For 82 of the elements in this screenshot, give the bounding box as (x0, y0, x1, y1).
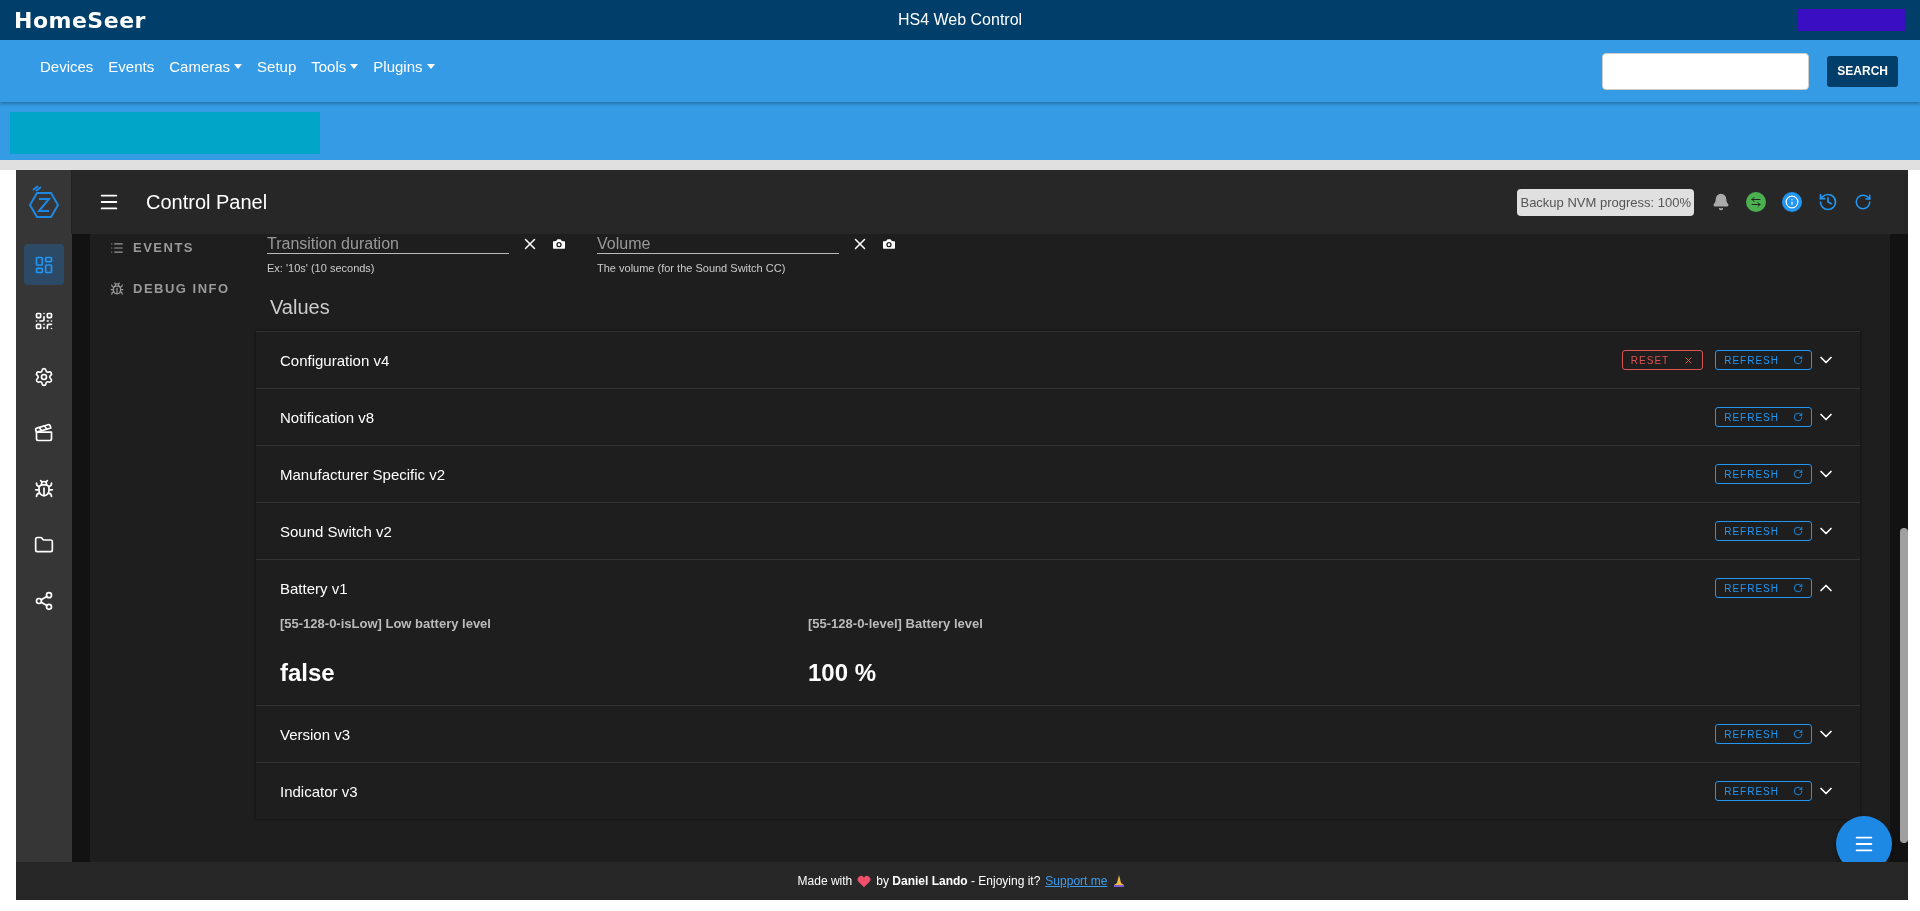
reset-button[interactable]: RESET (1621, 350, 1704, 370)
heart-icon (857, 874, 872, 888)
settings-icon (34, 366, 54, 387)
refresh-button[interactable]: REFRESH (1715, 724, 1812, 744)
panel-header[interactable]: Battery v1 REFRESH (256, 559, 1860, 616)
folder-icon (34, 534, 54, 555)
section-heading: Values (270, 296, 331, 319)
refresh-icon (1793, 729, 1803, 739)
caret-icon (350, 64, 359, 69)
panel-title: Version v3 (280, 725, 351, 743)
value-label: [55-128-0-isLow] Low battery level (280, 616, 492, 631)
panel-header[interactable]: Manufacturer Specific v2 REFRESH (256, 445, 1860, 502)
window-title: HS4 Web Control (897, 11, 1023, 29)
info-icon (1785, 195, 1799, 209)
bug-icon (34, 478, 54, 499)
side-menu-item[interactable]: DEBUG INFO (110, 281, 256, 296)
panel-title: Battery v1 (280, 579, 348, 597)
search-field[interactable] (1602, 52, 1810, 90)
footer-text: Made with (797, 874, 853, 888)
clapperboard-icon (34, 422, 54, 443)
refresh-icon (1793, 412, 1803, 422)
bug-icon (110, 281, 124, 296)
refresh-icon (1793, 583, 1803, 593)
history-icon[interactable] (1818, 192, 1838, 212)
panel-header[interactable]: Version v3 REFRESH (256, 705, 1860, 762)
field-hint: The volume (for the Sound Switch CC) (597, 262, 787, 274)
panel-header[interactable]: Notification v8 REFRESH (256, 388, 1860, 445)
sync-button[interactable] (1746, 192, 1766, 212)
status-badge: Backup NVM progress: 100% (1517, 188, 1694, 216)
dashboard-icon (34, 254, 54, 275)
page-title: Control Panel (146, 190, 268, 214)
value-text: false (280, 659, 336, 687)
panel-title: Notification v8 (280, 408, 375, 426)
camera-icon[interactable] (551, 236, 567, 252)
panel-title: Sound Switch v2 (280, 522, 392, 540)
refresh-button[interactable]: REFRESH (1715, 578, 1812, 598)
caret-icon (234, 64, 243, 69)
list-icon (110, 240, 124, 255)
bell-icon[interactable] (1712, 193, 1730, 211)
panel-header[interactable]: Sound Switch v2 REFRESH (256, 502, 1860, 559)
refresh-icon[interactable] (1854, 193, 1872, 211)
z-logo-icon (27, 185, 60, 219)
caret-icon (426, 64, 435, 69)
panel-header[interactable]: Indicator v3 REFRESH (256, 762, 1860, 819)
nav-link[interactable]: Devices (40, 58, 94, 75)
refresh-icon (1793, 786, 1803, 796)
text-field[interactable]: Volume (597, 234, 839, 254)
nav-link[interactable]: Tools (311, 58, 359, 75)
menu-fab-button[interactable] (1836, 816, 1892, 862)
footer-text: by Daniel Lando - Enjoying it? (876, 874, 1041, 888)
praying-hands-icon (1112, 874, 1127, 888)
field-hint: Ex: '10s' (10 seconds) (267, 262, 376, 274)
refresh-button[interactable]: REFRESH (1715, 407, 1812, 427)
refresh-button[interactable]: REFRESH (1715, 464, 1812, 484)
refresh-button[interactable]: REFRESH (1715, 521, 1812, 541)
refresh-icon (1793, 526, 1803, 536)
arrows-icon (1750, 196, 1762, 208)
info-button[interactable] (1782, 192, 1802, 212)
text-field[interactable]: Transition duration (267, 234, 509, 254)
panel-header[interactable]: Configuration v4 RESET REFRESH (256, 331, 1860, 388)
value-text: 100 % (808, 659, 878, 687)
value-label: [55-128-0-level] Battery level (808, 616, 984, 631)
nav-link[interactable]: Plugins (373, 58, 435, 75)
nav-link[interactable]: Events (108, 58, 155, 75)
refresh-icon (1793, 355, 1803, 365)
panel-title: Manufacturer Specific v2 (280, 465, 446, 483)
close-icon (1683, 354, 1695, 366)
refresh-button[interactable]: REFRESH (1715, 350, 1812, 370)
scrollbar-thumb[interactable] (1900, 528, 1908, 843)
search-button[interactable]: SEARCH (1827, 55, 1898, 87)
support-link[interactable]: Support me (1045, 874, 1108, 888)
side-menu-item[interactable]: EVENTS (110, 240, 256, 255)
homeseer-logo: HomeSeer (14, 7, 146, 33)
nav-link[interactable]: Cameras (169, 58, 243, 75)
refresh-icon (1793, 469, 1803, 479)
camera-icon[interactable] (881, 236, 897, 252)
panel-title: Configuration v4 (280, 351, 390, 369)
share-icon (34, 590, 54, 611)
panel-title: Indicator v3 (280, 782, 358, 800)
qr-code-icon (34, 310, 54, 331)
refresh-button[interactable]: REFRESH (1715, 781, 1812, 801)
nav-link[interactable]: Setup (257, 58, 297, 75)
